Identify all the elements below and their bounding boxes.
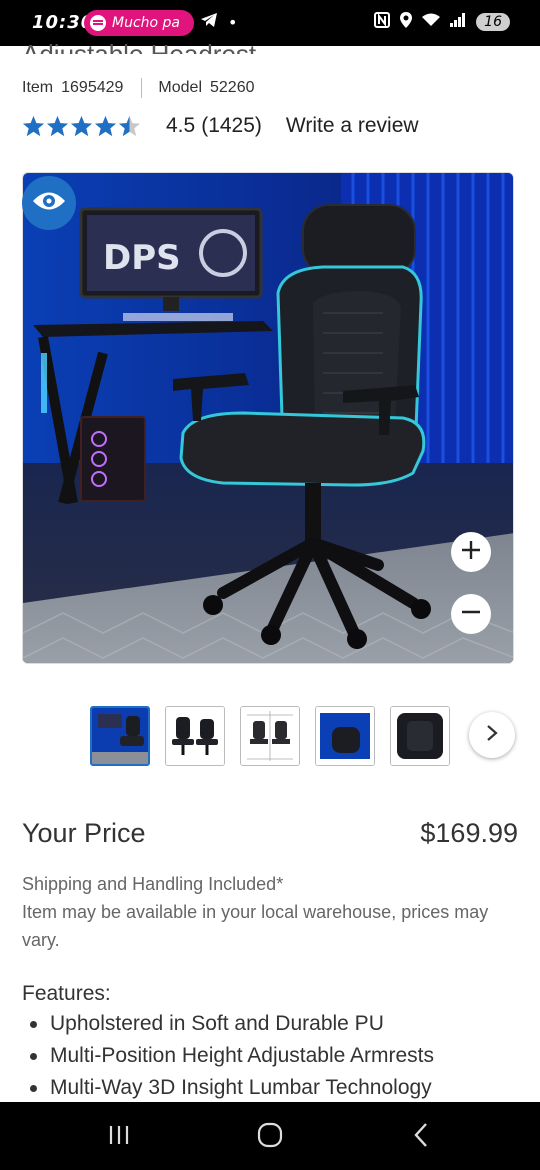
model-number: 52260 bbox=[210, 79, 255, 96]
recent-apps-button[interactable] bbox=[104, 1122, 134, 1152]
plus-icon bbox=[460, 539, 482, 566]
star-rating[interactable] bbox=[22, 115, 142, 138]
product-image[interactable]: DPS bbox=[22, 172, 514, 664]
thumbnail-image bbox=[241, 707, 299, 765]
divider bbox=[141, 78, 143, 98]
zoom-out-button[interactable] bbox=[451, 594, 491, 634]
feature-item: Multi-Position Height Adjustable Armrest… bbox=[30, 1040, 434, 1072]
model-label: Model bbox=[158, 79, 202, 96]
bullet-icon bbox=[30, 1084, 37, 1092]
rating-value: 4.5 bbox=[166, 114, 196, 137]
feature-text: Upholstered in Soft and Durable PU bbox=[50, 1012, 384, 1035]
price-label: Your Price bbox=[22, 818, 146, 848]
thumbnail-image bbox=[391, 707, 449, 765]
thumbnail-1[interactable] bbox=[90, 706, 150, 766]
minus-icon bbox=[460, 601, 482, 628]
price-row: Your Price $169.99 bbox=[22, 818, 518, 849]
monitor: DPS bbox=[79, 207, 263, 311]
thumbnail-strip bbox=[90, 706, 450, 766]
shipping-info: Shipping and Handling Included* Item may… bbox=[22, 870, 502, 954]
item-label: Item bbox=[22, 79, 54, 96]
home-button[interactable] bbox=[255, 1122, 285, 1152]
product-title: Adjustable Headrest bbox=[22, 39, 257, 54]
feature-text: Multi-Way 3D Insight Lumbar Technology bbox=[50, 1076, 432, 1099]
thumbnail-next-button[interactable] bbox=[469, 712, 515, 758]
star-icon bbox=[46, 115, 69, 136]
write-review-link[interactable]: Write a review bbox=[286, 114, 419, 138]
bullet-icon bbox=[30, 1020, 37, 1028]
rating-row: 4.5 (1425) Write a review bbox=[22, 114, 419, 138]
thumbnail-2[interactable] bbox=[165, 706, 225, 766]
star-icon bbox=[118, 115, 141, 136]
star-icon bbox=[70, 115, 93, 136]
thumbnail-image bbox=[316, 707, 374, 765]
item-model-row: Item 1695429 Model 52260 bbox=[22, 78, 255, 98]
price-value: $169.99 bbox=[420, 818, 518, 848]
feature-item: Upholstered in Soft and Durable PU bbox=[30, 1008, 434, 1040]
bullet-icon bbox=[30, 1052, 37, 1060]
thumbnail-image bbox=[92, 708, 148, 764]
feature-item: Multi-Way 3D Insight Lumbar Technology bbox=[30, 1072, 434, 1104]
location-icon bbox=[400, 12, 413, 32]
availability-text: Item may be available in your local ware… bbox=[22, 902, 489, 950]
system-icons: 16 bbox=[374, 12, 510, 32]
monitor-logo: DPS bbox=[103, 238, 181, 278]
star-icon bbox=[94, 115, 117, 136]
nfc-icon bbox=[374, 12, 391, 32]
wifi-icon bbox=[422, 13, 441, 31]
item-number: 1695429 bbox=[61, 79, 124, 96]
features-list: Upholstered in Soft and Durable PU Multi… bbox=[30, 1008, 434, 1104]
view-3d-button[interactable] bbox=[22, 176, 76, 230]
shipping-text: Shipping and Handling Included* bbox=[22, 874, 284, 894]
star-icon bbox=[22, 115, 45, 136]
battery-indicator: 16 bbox=[476, 13, 510, 31]
thumbnail-3[interactable] bbox=[240, 706, 300, 766]
home-icon bbox=[257, 1122, 283, 1153]
eye-icon bbox=[32, 190, 66, 217]
zoom-in-button[interactable] bbox=[451, 532, 491, 572]
gaming-chair-photo: DPS bbox=[23, 173, 513, 663]
feature-text: Multi-Position Height Adjustable Armrest… bbox=[50, 1044, 434, 1067]
features-title: Features: bbox=[22, 982, 111, 1005]
back-button[interactable] bbox=[406, 1122, 436, 1152]
back-icon bbox=[412, 1122, 430, 1153]
pc-tower bbox=[80, 416, 146, 502]
recent-apps-icon bbox=[107, 1124, 131, 1151]
thumbnail-image bbox=[166, 707, 224, 765]
chevron-right-icon bbox=[485, 724, 499, 747]
thumbnail-4[interactable] bbox=[315, 706, 375, 766]
signal-icon bbox=[450, 13, 466, 31]
rating-count[interactable]: (1425) bbox=[201, 114, 262, 138]
thumbnail-5[interactable] bbox=[390, 706, 450, 766]
system-nav-bar bbox=[0, 1102, 540, 1170]
